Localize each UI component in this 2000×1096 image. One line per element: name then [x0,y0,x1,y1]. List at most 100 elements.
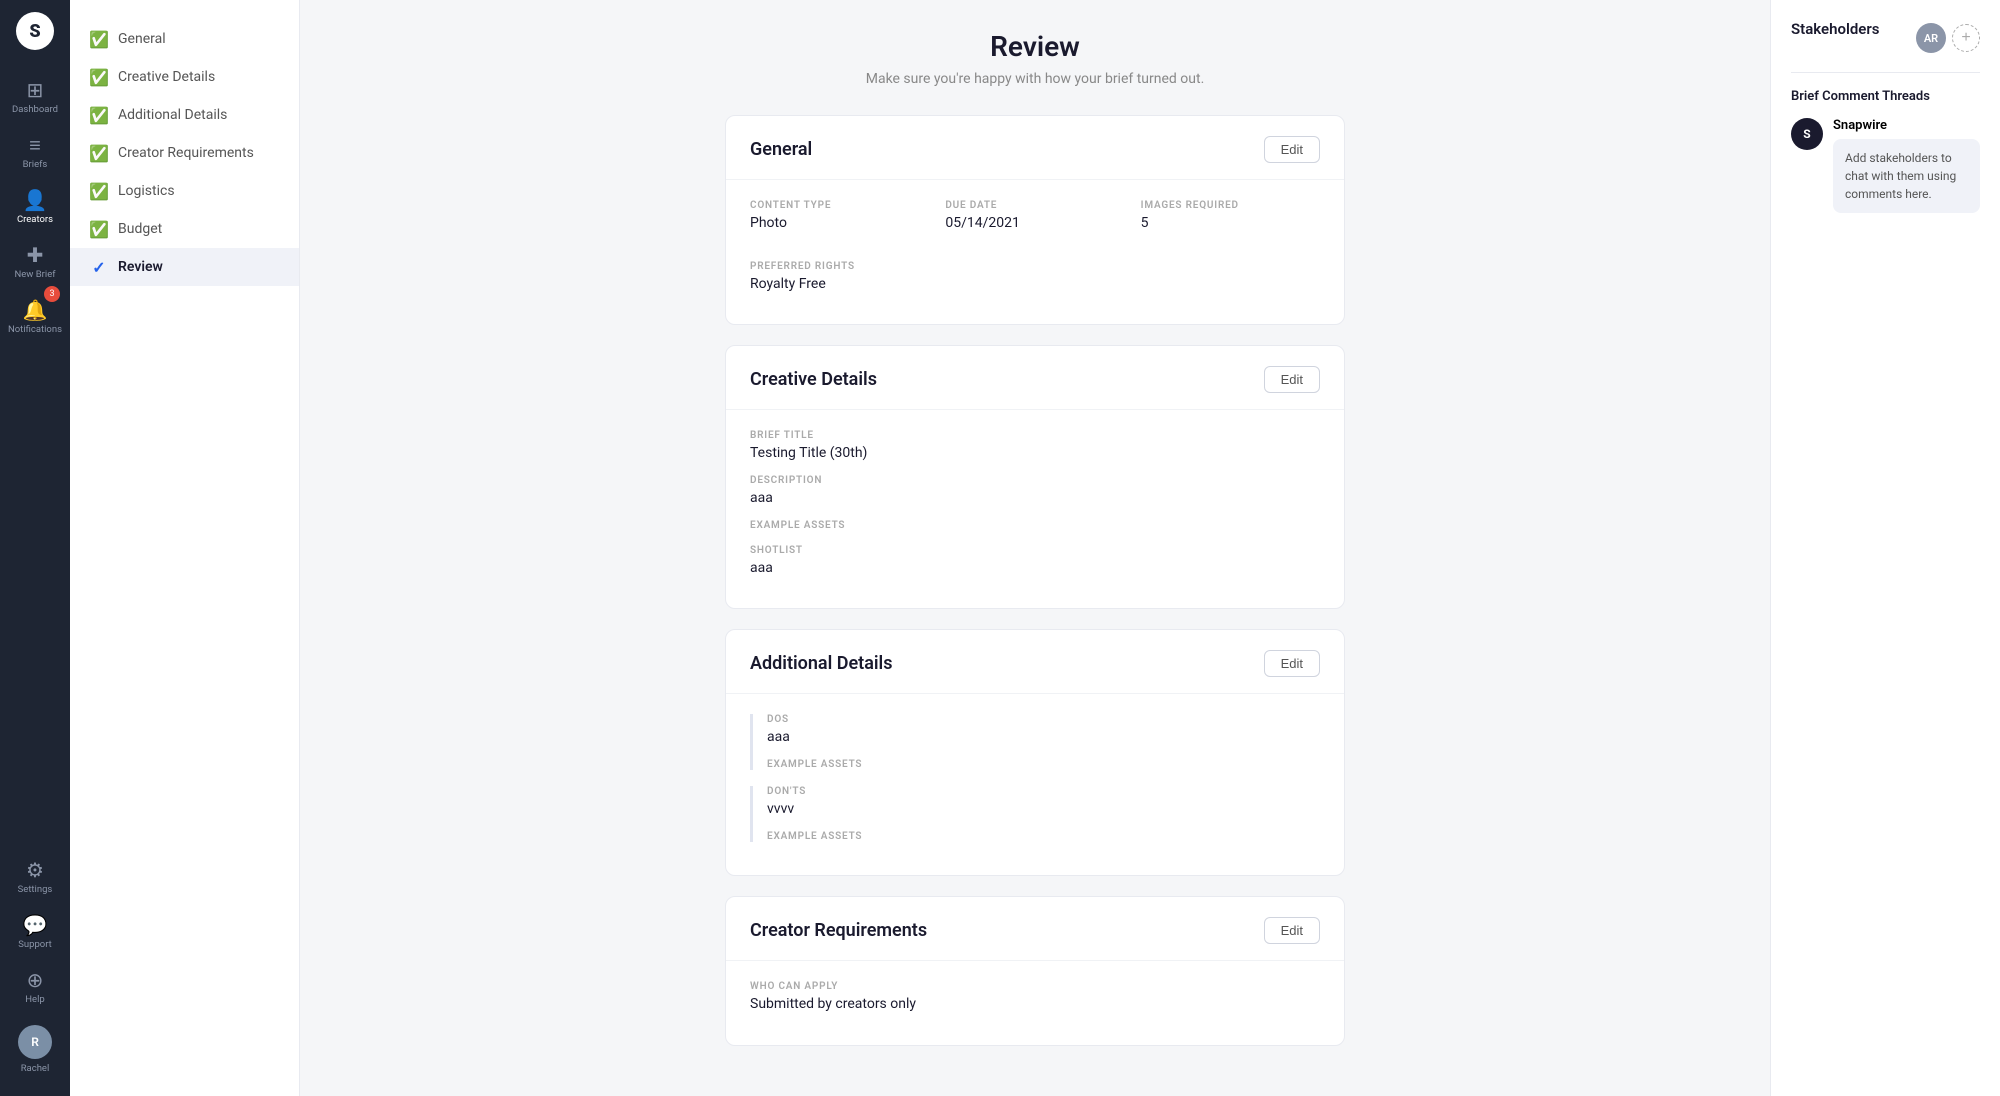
page-subtitle: Make sure you're happy with how your bri… [866,71,1205,87]
donts-value: vvvv [767,801,1320,817]
notification-badge: 3 [44,286,60,302]
brief-title-field: BRIEF TITLE Testing Title (30th) [750,430,1320,461]
user-avatar[interactable]: R [18,1025,52,1059]
description-field: DESCRIPTION aaa [750,475,1320,506]
donts-example-assets-field: EXAMPLE ASSETS [767,831,1320,842]
preferred-rights-field: PREFERRED RIGHTS Royalty Free [750,261,1320,292]
dos-value: aaa [767,729,1320,745]
snapwire-logo: S [1791,118,1823,150]
checkmark-icon-review: ✓ [90,258,108,276]
sidebar-item-new-brief[interactable]: ✚ New Brief [0,235,70,290]
sidebar-step-budget[interactable]: ✅ Budget [70,210,299,248]
description-value: aaa [750,490,1320,506]
description-label: DESCRIPTION [750,475,1320,486]
sidebar-step-general[interactable]: ✅ General [70,20,299,58]
creator-requirements-title: Creator Requirements [750,920,927,941]
panel-divider [1791,72,1980,73]
brief-title-label: BRIEF TITLE [750,430,1320,441]
snapwire-name: Snapwire [1833,118,1980,133]
general-card-title: General [750,139,812,160]
sidebar-item-help[interactable]: ⊕ Help [0,960,70,1015]
images-required-field: IMAGES REQUIRED 5 [1141,200,1320,231]
creators-icon: 👤 [23,190,48,210]
snapwire-comment: S Snapwire Add stakeholders to chat with… [1791,118,1980,213]
additional-details-edit-button[interactable]: Edit [1264,650,1320,677]
who-can-apply-value: Submitted by creators only [750,996,1320,1012]
dashboard-icon: ⊞ [27,80,44,100]
additional-details-card: Additional Details Edit DOS aaa EXAMPLE … [725,629,1345,877]
dos-example-assets-label: EXAMPLE ASSETS [767,759,1320,770]
general-card: General Edit CONTENT TYPE Photo DUE DATE… [725,115,1345,325]
sidebar-item-support[interactable]: 💬 Support [0,905,70,960]
sidebar-item-notifications[interactable]: 🔔 3 Notifications [0,290,70,345]
sidebar-step-creator-requirements[interactable]: ✅ Creator Requirements [70,134,299,172]
check-icon-creator: ✅ [90,144,108,162]
right-panel: Stakeholders AR + Brief Comment Threads … [1770,0,2000,1096]
due-date-field: DUE DATE 05/14/2021 [945,200,1124,231]
donts-field: DON'TS vvvv [767,786,1320,817]
sidebar-item-briefs[interactable]: ≡ Briefs [0,125,70,180]
dos-label: DOS [767,714,1320,725]
check-icon-budget: ✅ [90,220,108,238]
donts-example-assets-label: EXAMPLE ASSETS [767,831,1320,842]
step-sidebar: ✅ General ✅ Creative Details ✅ Additiona… [70,0,300,1096]
donts-section: DON'TS vvvv EXAMPLE ASSETS [750,786,1320,842]
comment-threads-title: Brief Comment Threads [1791,89,1980,104]
dos-section: DOS aaa EXAMPLE ASSETS [750,714,1320,770]
images-required-value: 5 [1141,215,1320,231]
sidebar-item-creators[interactable]: 👤 Creators [0,180,70,235]
general-edit-button[interactable]: Edit [1264,136,1320,163]
creative-details-card: Creative Details Edit BRIEF TITLE Testin… [725,345,1345,609]
sidebar-step-logistics[interactable]: ✅ Logistics [70,172,299,210]
who-can-apply-label: WHO CAN APPLY [750,981,1320,992]
stakeholders-header: Stakeholders AR + [1791,20,1980,56]
briefs-icon: ≡ [29,135,41,155]
main-content-area: Review Make sure you're happy with how y… [300,0,1770,1096]
notifications-icon: 🔔 [23,300,48,320]
sidebar-item-user[interactable]: R Rachel [0,1015,70,1084]
support-icon: 💬 [23,915,48,935]
settings-icon: ⚙ [26,860,44,880]
comment-bubble: Add stakeholders to chat with them using… [1833,139,1980,213]
images-required-label: IMAGES REQUIRED [1141,200,1320,211]
content-type-label: CONTENT TYPE [750,200,929,211]
help-icon: ⊕ [27,970,44,990]
who-can-apply-field: WHO CAN APPLY Submitted by creators only [750,981,1320,1012]
brief-title-value: Testing Title (30th) [750,445,1320,461]
check-icon-additional: ✅ [90,106,108,124]
check-icon-creative: ✅ [90,68,108,86]
shotlist-label: SHOTLIST [750,545,1320,556]
sidebar-step-review[interactable]: ✓ Review [70,248,299,286]
dos-example-assets-field: EXAMPLE ASSETS [767,759,1320,770]
shotlist-value: aaa [750,560,1320,576]
sidebar-step-additional-details[interactable]: ✅ Additional Details [70,96,299,134]
stakeholders-title: Stakeholders [1791,20,1879,38]
check-icon-general: ✅ [90,30,108,48]
sidebar-item-settings[interactable]: ⚙ Settings [0,850,70,905]
creative-details-edit-button[interactable]: Edit [1264,366,1320,393]
app-logo[interactable]: S [16,12,54,50]
content-type-field: CONTENT TYPE Photo [750,200,929,231]
preferred-rights-label: PREFERRED RIGHTS [750,261,1320,272]
left-navigation: S ⊞ Dashboard ≡ Briefs 👤 Creators ✚ New … [0,0,70,1096]
new-brief-icon: ✚ [27,245,44,265]
sidebar-item-dashboard[interactable]: ⊞ Dashboard [0,70,70,125]
example-assets-label: EXAMPLE ASSETS [750,520,1320,531]
due-date-label: DUE DATE [945,200,1124,211]
dos-field: DOS aaa [767,714,1320,745]
check-icon-logistics: ✅ [90,182,108,200]
content-type-value: Photo [750,215,929,231]
sidebar-step-creative-details[interactable]: ✅ Creative Details [70,58,299,96]
add-stakeholder-button[interactable]: + [1952,24,1980,52]
stakeholder-avatar: AR [1916,23,1946,53]
due-date-value: 05/14/2021 [945,215,1124,231]
donts-label: DON'TS [767,786,1320,797]
page-title: Review [990,30,1080,63]
additional-details-title: Additional Details [750,653,892,674]
creator-requirements-edit-button[interactable]: Edit [1264,917,1320,944]
creative-details-title: Creative Details [750,369,877,390]
creator-requirements-card: Creator Requirements Edit WHO CAN APPLY … [725,896,1345,1046]
example-assets-field: EXAMPLE ASSETS [750,520,1320,531]
preferred-rights-value: Royalty Free [750,276,1320,292]
shotlist-field: SHOTLIST aaa [750,545,1320,576]
